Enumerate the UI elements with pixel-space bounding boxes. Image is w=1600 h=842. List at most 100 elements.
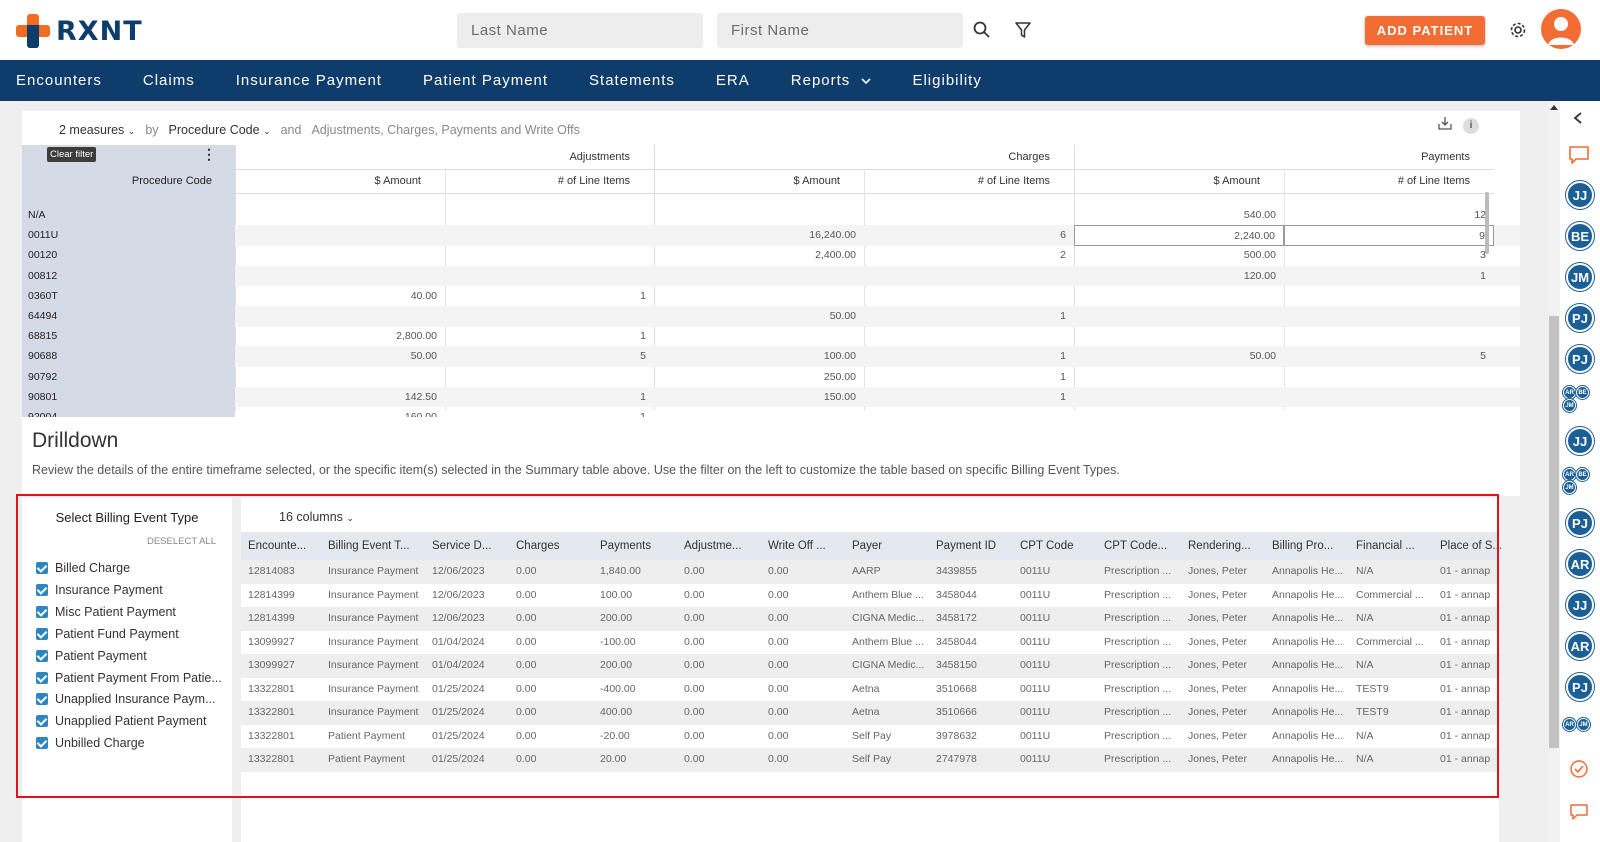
download-icon[interactable] [1437,115,1453,131]
value-cell[interactable] [1284,286,1494,307]
message-icon[interactable] [1570,804,1588,825]
nav-encounters[interactable]: Encounters [16,72,102,89]
value-cell[interactable] [235,225,445,246]
value-cell[interactable] [235,367,445,388]
value-cell[interactable]: 150.00 [654,387,864,408]
table-scrollbar[interactable] [1485,192,1489,254]
value-cell[interactable]: 250.00 [654,367,864,388]
value-cell[interactable]: 9 [1284,225,1494,246]
rxnt-logo[interactable]: RXNT [16,14,143,48]
user-avatar[interactable] [1541,9,1581,49]
user-initials-avatar[interactable]: PJ [1566,673,1594,701]
value-cell[interactable] [654,205,864,226]
task-check-icon[interactable] [1569,759,1589,784]
user-initials-avatar[interactable]: PJ [1566,304,1594,332]
nav-insurance-payment[interactable]: Insurance Payment [236,72,382,89]
value-cell[interactable]: 2,240.00 [1074,225,1284,246]
user-initials-avatar-small[interactable]: BE [1576,468,1589,481]
user-initials-avatar[interactable]: AR [1566,550,1594,578]
value-cell[interactable] [445,266,654,287]
last-name-input[interactable] [457,13,703,48]
value-cell[interactable] [864,326,1074,347]
add-patient-button[interactable]: ADD PATIENT [1365,16,1485,45]
table-row[interactable]: 0360T 40.00 1 [22,285,1520,307]
table-row[interactable]: 00812 120.00 1 [22,265,1520,287]
value-cell[interactable] [1284,326,1494,347]
value-cell[interactable] [1284,387,1494,408]
value-cell[interactable]: 2 [864,245,1074,266]
value-cell[interactable] [864,266,1074,287]
value-cell[interactable] [235,306,445,327]
value-cell[interactable]: 1 [864,387,1074,408]
value-cell[interactable]: 6 [864,225,1074,246]
value-cell[interactable]: 540.00 [1074,205,1284,226]
value-cell[interactable] [1284,306,1494,327]
user-initials-avatar[interactable]: JM [1566,263,1594,291]
chat-icon[interactable] [1568,145,1590,170]
user-initials-avatar-small[interactable]: AR [1563,468,1576,481]
gear-icon[interactable] [1506,18,1530,42]
user-initials-avatar[interactable]: JJ [1566,181,1594,209]
scrollbar-thumb[interactable] [1549,316,1559,748]
user-initials-avatar-small[interactable]: BE [1576,386,1589,399]
value-cell[interactable] [1284,367,1494,388]
value-cell[interactable]: 500.00 [1074,245,1284,266]
user-initials-avatar[interactable]: PJ [1566,509,1594,537]
value-cell[interactable] [654,286,864,307]
scroll-up-icon[interactable] [1550,105,1558,110]
user-initials-avatar[interactable]: JJ [1566,591,1594,619]
value-cell[interactable]: 50.00 [1074,346,1284,367]
value-cell[interactable]: 1 [445,326,654,347]
value-cell[interactable]: 5 [445,346,654,367]
nav-era[interactable]: ERA [716,72,750,89]
table-row[interactable]: 0011U 16,240.00 6 2,240.00 9 [22,225,1520,246]
value-cell[interactable] [864,286,1074,307]
nav-patient-payment[interactable]: Patient Payment [423,72,548,89]
value-cell[interactable]: 100.00 [654,346,864,367]
value-cell[interactable] [235,245,445,266]
value-cell[interactable]: 2,800.00 [235,326,445,347]
value-cell[interactable] [235,205,445,226]
value-cell[interactable] [654,326,864,347]
filter-icon[interactable] [1011,18,1035,42]
nav-statements[interactable]: Statements [589,72,675,89]
table-row[interactable]: 64494 50.00 1 [22,306,1520,327]
nav-claims[interactable]: Claims [143,72,195,89]
value-cell[interactable]: 1 [864,306,1074,327]
value-cell[interactable] [864,205,1074,226]
value-cell[interactable] [445,306,654,327]
user-initials-avatar[interactable]: PJ [1566,345,1594,373]
user-initials-avatar-small[interactable]: JM [1563,399,1576,412]
value-cell[interactable]: 1 [445,286,654,307]
table-row[interactable]: N/A 540.00 12 [22,205,1520,226]
value-cell[interactable]: 1 [445,387,654,408]
first-name-input[interactable] [717,13,963,48]
value-cell[interactable]: 50.00 [654,306,864,327]
value-cell[interactable] [235,266,445,287]
measures-dropdown[interactable]: 2 measures ⌄ [59,123,135,137]
clear-filter-button[interactable]: Clear filter [47,147,97,162]
info-icon[interactable]: i [1463,118,1479,134]
user-initials-avatar[interactable]: JJ [1566,427,1594,455]
collapse-chevron-icon[interactable] [1572,111,1584,130]
user-initials-avatar-small[interactable]: AR [1563,718,1576,731]
user-initials-avatar-small[interactable]: AR [1563,386,1576,399]
value-cell[interactable] [445,225,654,246]
user-initials-avatar-small[interactable]: JM [1563,481,1576,494]
table-row[interactable]: 68815 2,800.00 1 [22,326,1520,347]
value-cell[interactable]: 120.00 [1074,266,1284,287]
value-cell[interactable]: 12 [1284,205,1494,226]
user-initials-avatar[interactable]: AR [1566,632,1594,660]
value-cell[interactable]: 1 [1284,266,1494,287]
value-cell[interactable]: 1 [864,367,1074,388]
value-cell[interactable] [1074,367,1284,388]
value-cell[interactable] [445,245,654,266]
value-cell[interactable] [1074,286,1284,307]
dimension-dropdown[interactable]: Procedure Code ⌄ [169,123,271,137]
value-cell[interactable]: 50.00 [235,346,445,367]
value-cell[interactable] [1074,306,1284,327]
value-cell[interactable]: 3 [1284,245,1494,266]
more-options-icon[interactable]: ⋮ [202,146,216,163]
value-cell[interactable]: 2,400.00 [654,245,864,266]
table-row[interactable]: 00120 2,400.00 2 500.00 3 [22,245,1520,266]
